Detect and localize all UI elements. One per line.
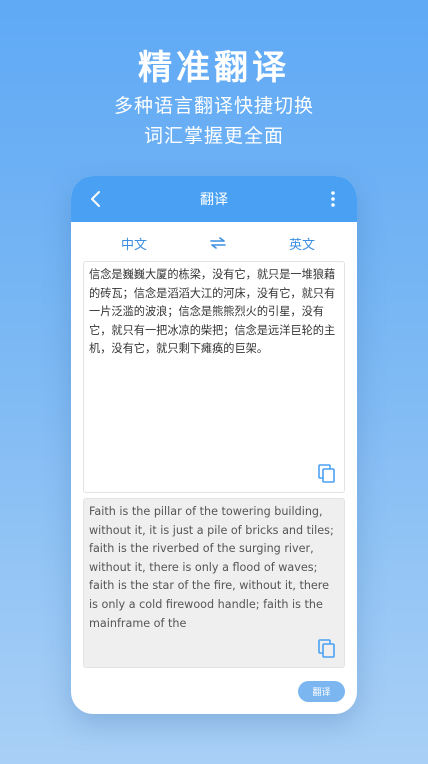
language-bar: 中文 英文: [71, 224, 357, 262]
source-language-selector[interactable]: 中文: [121, 234, 147, 253]
hero-subtitle-line1: 多种语言翻译快捷切换: [113, 95, 314, 117]
more-menu-icon[interactable]: [321, 187, 345, 211]
source-text[interactable]: 信念是巍巍大厦的栋梁，没有它，就只是一堆狼藉的砖瓦；信念是滔滔大江的河床，没有它…: [84, 262, 344, 363]
app-bar: 翻译: [71, 176, 357, 222]
target-language-selector[interactable]: 英文: [289, 234, 315, 253]
hero-banner: 精准翻译 多种语言翻译快捷切换 词汇掌握更全面: [0, 46, 428, 150]
phone-screen: 翻译 中文 英文 信念是巍巍大厦的栋梁，没有它，就只是一堆狼藉的砖瓦；信念是滔滔…: [71, 176, 357, 714]
translated-text: Faith is the pillar of the towering buil…: [89, 505, 334, 630]
hero-subtitle-line2: 词汇掌握更全面: [143, 125, 284, 147]
back-icon[interactable]: [83, 187, 107, 211]
page-title: 翻译: [200, 192, 228, 208]
translation-output-box: Faith is the pillar of the towering buil…: [83, 498, 345, 668]
translate-button[interactable]: 翻译: [298, 681, 345, 702]
source-text-box[interactable]: 信念是巍巍大厦的栋梁，没有它，就只是一堆狼藉的砖瓦；信念是滔滔大江的河床，没有它…: [83, 261, 345, 493]
hero-title: 精准翻译: [138, 48, 290, 88]
copy-icon[interactable]: [318, 464, 336, 484]
copy-icon[interactable]: [318, 639, 336, 659]
swap-language-icon[interactable]: [206, 231, 230, 255]
